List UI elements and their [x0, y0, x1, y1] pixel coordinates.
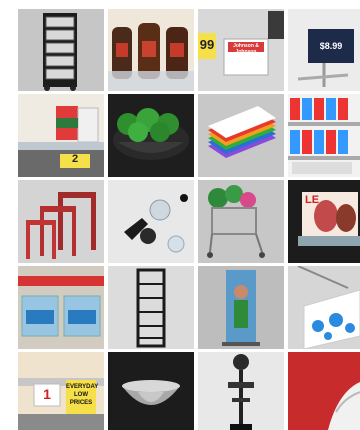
tile-acrylic-sign-frame[interactable]: LE	[288, 180, 360, 263]
tile-colored-plastic-sheets[interactable]	[198, 94, 284, 177]
tile-produce-bowl[interactable]	[108, 94, 194, 177]
tile-banner-stand[interactable]	[198, 266, 284, 349]
tile-display-stand[interactable]	[198, 352, 284, 430]
tile-shelf-clips[interactable]	[108, 180, 194, 263]
tile-steel-bowl[interactable]	[108, 352, 194, 430]
tile-hanging-sign-clip[interactable]	[288, 266, 360, 349]
tile-floral-cart[interactable]	[198, 180, 284, 263]
everyday-low-prices-text: EVERYDAY LOW PRICES	[66, 384, 99, 406]
tile-pegboard-baskets[interactable]	[18, 266, 104, 349]
nesting-tables-image	[18, 180, 104, 263]
floral-cart-image	[198, 180, 284, 263]
pegboard-baskets-image	[18, 266, 104, 349]
sign-price-text: $8.99	[319, 41, 343, 51]
tile-rolling-drawer-cart[interactable]	[18, 9, 104, 91]
tile-black-shelving-unit[interactable]	[108, 266, 194, 349]
tile-shelf-divider-products[interactable]: 2	[18, 94, 104, 177]
tile-syrup-bottle-tray[interactable]	[108, 9, 194, 91]
plastic-sheets-image	[198, 94, 284, 177]
syrup-bottles-image	[108, 9, 194, 91]
tile-price-sign-holders[interactable]: 99 Johnson & Johnson	[198, 9, 284, 91]
tile-curled-sign-corner[interactable]	[288, 352, 360, 430]
tile-sign-holder-clip[interactable]: $8.99	[288, 9, 360, 91]
tile-nesting-tables[interactable]	[18, 180, 104, 263]
hanging-sign-image	[288, 266, 360, 349]
product-pushers-image	[288, 94, 360, 177]
sign-brand-text: Johnson & Johnson	[233, 43, 259, 55]
price-tag-digit: 1	[43, 386, 51, 402]
curled-sign-image	[288, 352, 360, 430]
price-digits: 99	[199, 37, 215, 52]
shelving-unit-image	[108, 266, 194, 349]
tile-shelf-product-pushers[interactable]	[288, 94, 360, 177]
display-stand-image	[198, 352, 284, 430]
sign-frame-image	[288, 180, 360, 263]
tile-shelf-price-tags[interactable]: 1 EVERYDAY LOW PRICES	[18, 352, 104, 430]
shelf-tag-text: 2	[71, 153, 79, 165]
drawer-cart-image	[43, 13, 77, 91]
shelf-clips-image	[108, 180, 194, 263]
produce-bowl-image	[108, 94, 194, 177]
steel-bowl-image	[108, 352, 194, 430]
banner-stand-image	[198, 266, 284, 349]
frame-text: LE	[304, 194, 320, 206]
